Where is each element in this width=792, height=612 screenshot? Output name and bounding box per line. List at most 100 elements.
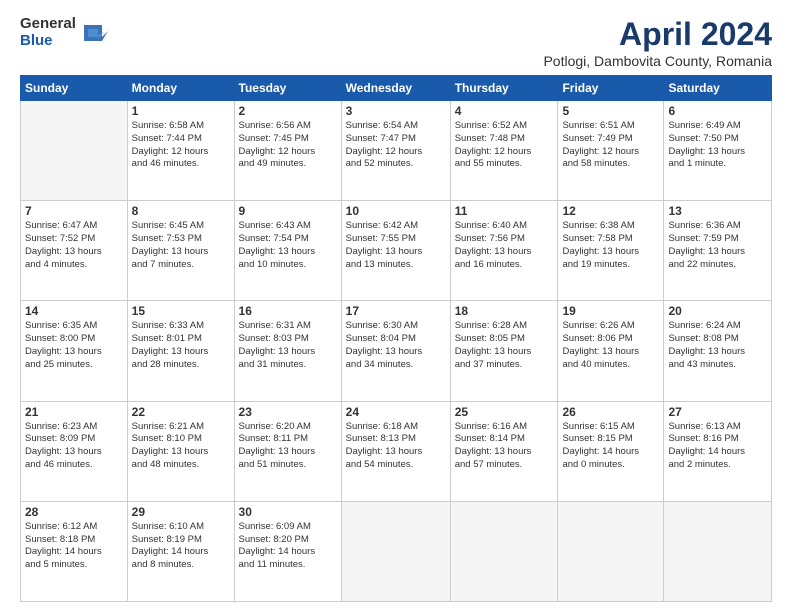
day-number: 1 <box>132 104 230 118</box>
header-tuesday: Tuesday <box>234 76 341 101</box>
table-row <box>450 501 558 601</box>
day-number: 20 <box>668 304 767 318</box>
day-number: 11 <box>455 204 554 218</box>
table-row: 4 Sunrise: 6:52 AM Sunset: 7:48 PM Daylig… <box>450 101 558 201</box>
day-number: 3 <box>346 104 446 118</box>
day-number: 26 <box>562 405 659 419</box>
table-row: 28 Sunrise: 6:12 AM Sunset: 8:18 PM Dayli… <box>21 501 128 601</box>
table-row <box>341 501 450 601</box>
day-info: Sunrise: 6:30 AM Sunset: 8:04 PM Dayligh… <box>346 320 446 371</box>
table-row: 13Sunrise: 6:36 AM Sunset: 7:59 PM Dayli… <box>664 201 772 301</box>
day-info: Sunrise: 6:15 AM Sunset: 8:15 PM Dayligh… <box>562 421 659 472</box>
table-row: 15 Sunrise: 6:33 AM Sunset: 8:01 PM Dayli… <box>127 301 234 401</box>
table-row: 23 Sunrise: 6:20 AM Sunset: 8:11 PM Dayli… <box>234 401 341 501</box>
table-row <box>558 501 664 601</box>
day-info: Sunrise: 6:33 AM Sunset: 8:01 PM Dayligh… <box>132 320 230 371</box>
table-row: 14 Sunrise: 6:35 AM Sunset: 8:00 PM Dayli… <box>21 301 128 401</box>
table-row: 20 Sunrise: 6:24 AM Sunset: 8:08 PM Dayli… <box>664 301 772 401</box>
day-number: 14 <box>25 304 123 318</box>
calendar-week-row: 21 Sunrise: 6:23 AM Sunset: 8:09 PM Dayli… <box>21 401 772 501</box>
table-row: 6Sunrise: 6:49 AM Sunset: 7:50 PM Daylig… <box>664 101 772 201</box>
header: General Blue April 2024 Potlogi, Dambovi… <box>20 16 772 69</box>
header-sunday: Sunday <box>21 76 128 101</box>
table-row: 9Sunrise: 6:43 AM Sunset: 7:54 PM Daylig… <box>234 201 341 301</box>
table-row: 16 Sunrise: 6:31 AM Sunset: 8:03 PM Dayli… <box>234 301 341 401</box>
day-info: Sunrise: 6:24 AM Sunset: 8:08 PM Dayligh… <box>668 320 767 371</box>
table-row: 7Sunrise: 6:47 AM Sunset: 7:52 PM Daylig… <box>21 201 128 301</box>
table-row: 25 Sunrise: 6:16 AM Sunset: 8:14 PM Dayli… <box>450 401 558 501</box>
day-number: 18 <box>455 304 554 318</box>
day-number: 19 <box>562 304 659 318</box>
day-info: Sunrise: 6:40 AM Sunset: 7:56 PM Dayligh… <box>455 220 554 271</box>
day-number: 25 <box>455 405 554 419</box>
table-row: 24Sunrise: 6:18 AM Sunset: 8:13 PM Dayli… <box>341 401 450 501</box>
day-info: Sunrise: 6:13 AM Sunset: 8:16 PM Dayligh… <box>668 421 767 472</box>
day-number: 21 <box>25 405 123 419</box>
table-row: 18 Sunrise: 6:28 AM Sunset: 8:05 PM Dayli… <box>450 301 558 401</box>
day-number: 8 <box>132 204 230 218</box>
day-info: Sunrise: 6:54 AM Sunset: 7:47 PM Dayligh… <box>346 120 446 171</box>
page: General Blue April 2024 Potlogi, Dambovi… <box>0 0 792 612</box>
table-row: 27 Sunrise: 6:13 AM Sunset: 8:16 PM Dayli… <box>664 401 772 501</box>
weekday-header-row: Sunday Monday Tuesday Wednesday Thursday… <box>21 76 772 101</box>
day-number: 23 <box>239 405 337 419</box>
day-info: Sunrise: 6:20 AM Sunset: 8:11 PM Dayligh… <box>239 421 337 472</box>
month-year-title: April 2024 <box>543 16 772 53</box>
day-info: Sunrise: 6:26 AM Sunset: 8:06 PM Dayligh… <box>562 320 659 371</box>
day-info: Sunrise: 6:52 AM Sunset: 7:48 PM Dayligh… <box>455 120 554 171</box>
day-number: 27 <box>668 405 767 419</box>
table-row: 19 Sunrise: 6:26 AM Sunset: 8:06 PM Dayli… <box>558 301 664 401</box>
table-row: 3 Sunrise: 6:54 AM Sunset: 7:47 PM Daylig… <box>341 101 450 201</box>
table-row: 2Sunrise: 6:56 AM Sunset: 7:45 PM Daylig… <box>234 101 341 201</box>
day-number: 12 <box>562 204 659 218</box>
table-row: 11 Sunrise: 6:40 AM Sunset: 7:56 PM Dayli… <box>450 201 558 301</box>
day-number: 5 <box>562 104 659 118</box>
calendar-table: Sunday Monday Tuesday Wednesday Thursday… <box>20 75 772 602</box>
calendar-week-row: 7Sunrise: 6:47 AM Sunset: 7:52 PM Daylig… <box>21 201 772 301</box>
day-number: 16 <box>239 304 337 318</box>
header-friday: Friday <box>558 76 664 101</box>
table-row: 10 Sunrise: 6:42 AM Sunset: 7:55 PM Dayli… <box>341 201 450 301</box>
table-row <box>21 101 128 201</box>
calendar-week-row: 1 Sunrise: 6:58 AM Sunset: 7:44 PM Daylig… <box>21 101 772 201</box>
day-number: 6 <box>668 104 767 118</box>
table-row <box>664 501 772 601</box>
day-info: Sunrise: 6:58 AM Sunset: 7:44 PM Dayligh… <box>132 120 230 171</box>
calendar-week-row: 14 Sunrise: 6:35 AM Sunset: 8:00 PM Dayli… <box>21 301 772 401</box>
day-info: Sunrise: 6:12 AM Sunset: 8:18 PM Dayligh… <box>25 521 123 572</box>
day-info: Sunrise: 6:43 AM Sunset: 7:54 PM Dayligh… <box>239 220 337 271</box>
day-info: Sunrise: 6:23 AM Sunset: 8:09 PM Dayligh… <box>25 421 123 472</box>
header-wednesday: Wednesday <box>341 76 450 101</box>
day-info: Sunrise: 6:51 AM Sunset: 7:49 PM Dayligh… <box>562 120 659 171</box>
day-number: 17 <box>346 304 446 318</box>
day-info: Sunrise: 6:16 AM Sunset: 8:14 PM Dayligh… <box>455 421 554 472</box>
day-info: Sunrise: 6:45 AM Sunset: 7:53 PM Dayligh… <box>132 220 230 271</box>
day-info: Sunrise: 6:21 AM Sunset: 8:10 PM Dayligh… <box>132 421 230 472</box>
table-row: 21 Sunrise: 6:23 AM Sunset: 8:09 PM Dayli… <box>21 401 128 501</box>
table-row: 26 Sunrise: 6:15 AM Sunset: 8:15 PM Dayli… <box>558 401 664 501</box>
header-thursday: Thursday <box>450 76 558 101</box>
day-number: 28 <box>25 505 123 519</box>
table-row: 22Sunrise: 6:21 AM Sunset: 8:10 PM Dayli… <box>127 401 234 501</box>
day-info: Sunrise: 6:35 AM Sunset: 8:00 PM Dayligh… <box>25 320 123 371</box>
day-number: 4 <box>455 104 554 118</box>
title-block: April 2024 Potlogi, Dambovita County, Ro… <box>543 16 772 69</box>
day-number: 15 <box>132 304 230 318</box>
day-number: 10 <box>346 204 446 218</box>
day-info: Sunrise: 6:10 AM Sunset: 8:19 PM Dayligh… <box>132 521 230 572</box>
logo-general: General <box>20 16 76 33</box>
day-number: 29 <box>132 505 230 519</box>
day-info: Sunrise: 6:42 AM Sunset: 7:55 PM Dayligh… <box>346 220 446 271</box>
table-row: 5 Sunrise: 6:51 AM Sunset: 7:49 PM Daylig… <box>558 101 664 201</box>
logo: General Blue <box>20 16 108 49</box>
day-info: Sunrise: 6:28 AM Sunset: 8:05 PM Dayligh… <box>455 320 554 371</box>
header-monday: Monday <box>127 76 234 101</box>
table-row: 30Sunrise: 6:09 AM Sunset: 8:20 PM Dayli… <box>234 501 341 601</box>
logo-icon <box>80 19 108 47</box>
day-info: Sunrise: 6:31 AM Sunset: 8:03 PM Dayligh… <box>239 320 337 371</box>
day-number: 30 <box>239 505 337 519</box>
day-number: 7 <box>25 204 123 218</box>
day-info: Sunrise: 6:36 AM Sunset: 7:59 PM Dayligh… <box>668 220 767 271</box>
table-row: 29 Sunrise: 6:10 AM Sunset: 8:19 PM Dayli… <box>127 501 234 601</box>
table-row: 12Sunrise: 6:38 AM Sunset: 7:58 PM Dayli… <box>558 201 664 301</box>
